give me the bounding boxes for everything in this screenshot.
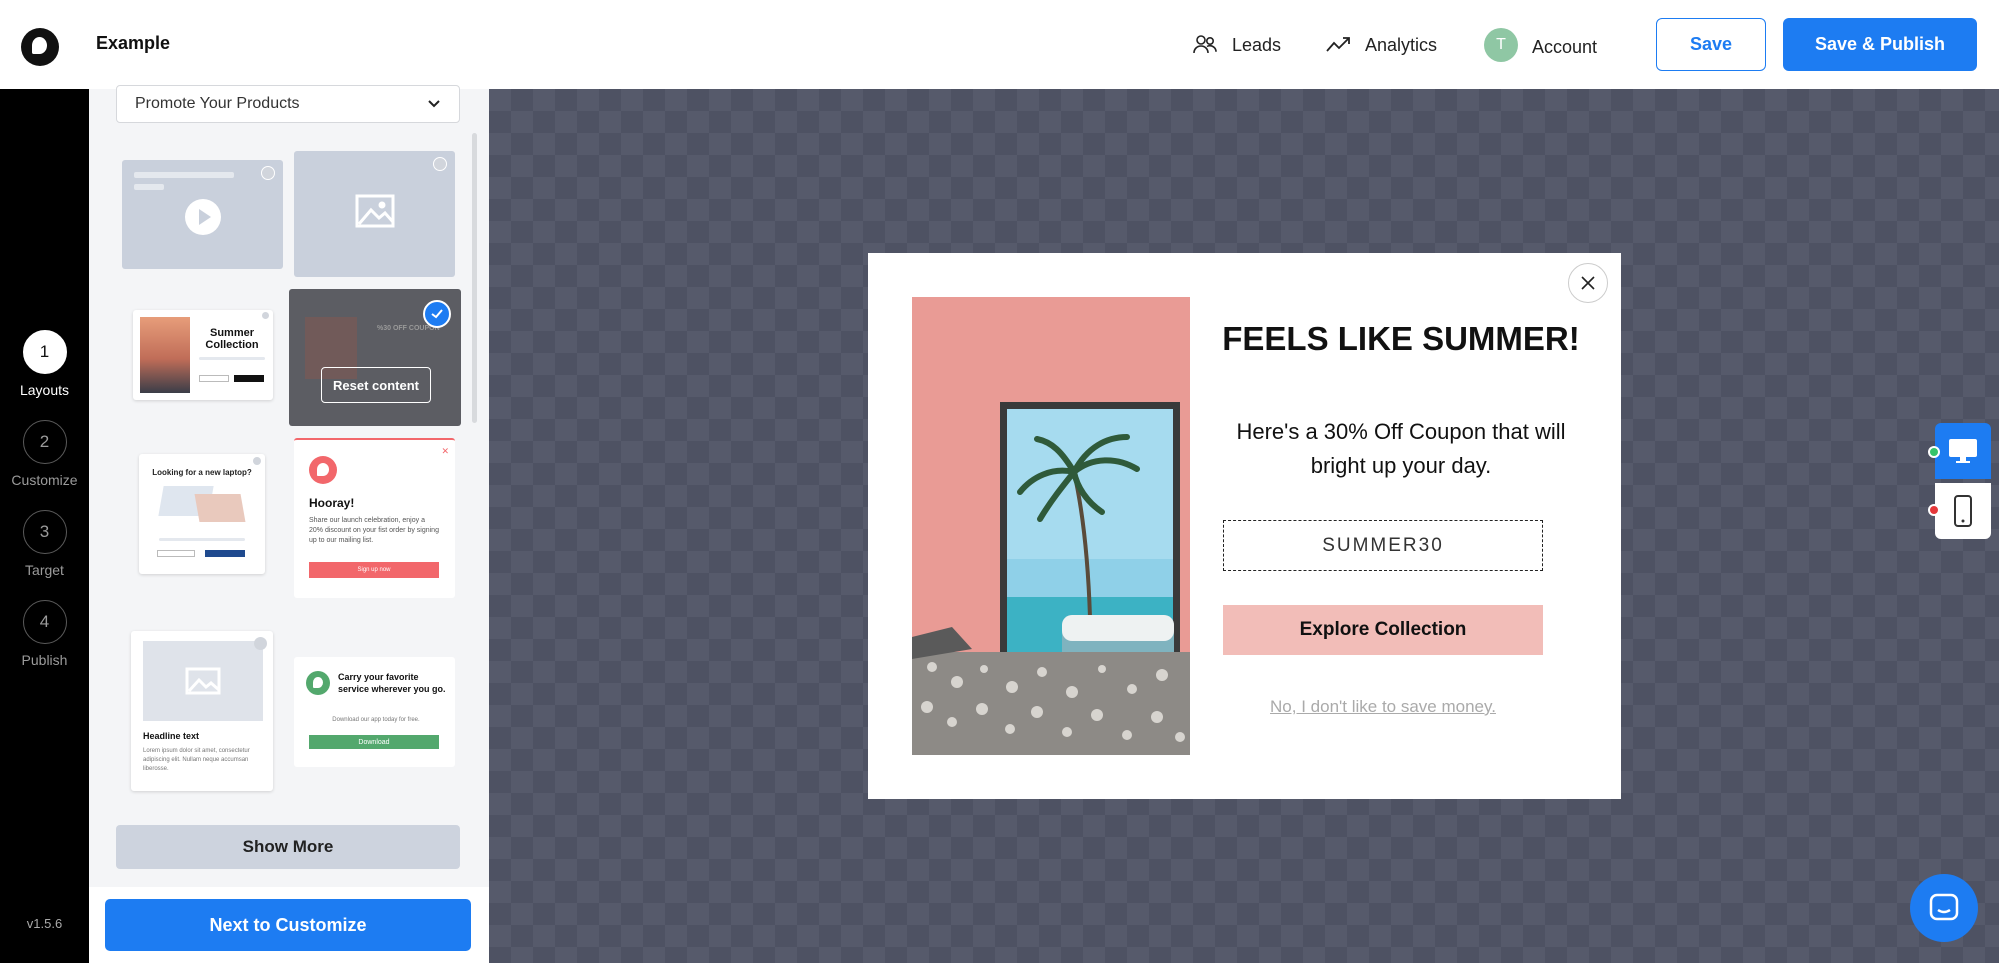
nav-account-label: Account [1532, 36, 1598, 57]
step-customize[interactable]: 2 Customize [0, 420, 89, 488]
template-carry-button: Download [309, 735, 439, 749]
play-icon [185, 199, 221, 235]
brand-icon [309, 456, 337, 484]
popup-headline[interactable]: FEELS LIKE SUMMER! [1221, 319, 1581, 359]
template-hooray-title: Hooray! [309, 496, 355, 510]
coupon-code[interactable]: SUMMER30 [1223, 520, 1543, 571]
nav-leads[interactable]: Leads [1192, 32, 1281, 58]
layouts-panel: Promote Your Products Summer Collection … [89, 85, 489, 963]
step-number: 4 [22, 600, 67, 644]
steps-rail: 1 Layouts 2 Customize 3 Target 4 Publish… [0, 89, 89, 963]
template-close-icon [433, 157, 447, 171]
step-number: 2 [22, 420, 67, 464]
next-to-customize-button[interactable]: Next to Customize [105, 899, 471, 951]
image-placeholder-icon [143, 641, 263, 721]
desktop-status-dot [1928, 446, 1940, 458]
nav-account[interactable]: T Account [1484, 28, 1597, 62]
category-select-value: Promote Your Products [135, 95, 300, 112]
close-icon: ✕ [441, 446, 449, 456]
category-select[interactable]: Promote Your Products [116, 85, 460, 123]
template-video[interactable] [122, 160, 283, 269]
template-laptop[interactable]: Looking for a new laptop? [139, 454, 265, 574]
nav-analytics[interactable]: Analytics [1325, 32, 1437, 58]
close-icon [1581, 276, 1595, 290]
step-label: Target [25, 562, 64, 578]
save-button[interactable]: Save [1656, 18, 1766, 71]
template-summer-title: Summer Collection [205, 327, 259, 351]
show-more-button[interactable]: Show More [116, 825, 460, 869]
decline-link[interactable]: No, I don't like to save money. [1223, 697, 1543, 717]
template-close-icon [261, 166, 275, 180]
users-icon [1193, 35, 1217, 54]
step-label: Publish [21, 652, 68, 668]
popup-preview[interactable]: FEELS LIKE SUMMER! Here's a 30% Off Coup… [868, 253, 1621, 799]
step-publish[interactable]: 4 Publish [0, 600, 89, 668]
step-target[interactable]: 3 Target [0, 510, 89, 578]
desktop-icon [1949, 439, 1977, 463]
panel-scrollbar[interactable] [472, 133, 477, 423]
mobile-status-dot [1928, 504, 1940, 516]
popup-close-button[interactable] [1568, 263, 1608, 303]
template-laptop-title: Looking for a new laptop? [152, 468, 252, 477]
step-label: Layouts [19, 382, 70, 398]
chat-button[interactable] [1910, 874, 1978, 942]
template-headline[interactable]: Headline text Lorem ipsum dolor sit amet… [131, 631, 273, 791]
trend-up-icon [1326, 37, 1350, 52]
template-hooray-button: Sign up now [309, 562, 439, 578]
template-app-download[interactable]: Carry your favorite service wherever you… [294, 657, 455, 767]
template-headline-body: Lorem ipsum dolor sit amet, consectetur … [143, 748, 250, 772]
template-hooray[interactable]: Hooray! Share our launch celebration, en… [294, 438, 455, 598]
version-label: v1.5.6 [26, 916, 63, 931]
logo-icon[interactable] [21, 28, 59, 66]
step-number: 3 [22, 510, 67, 554]
mobile-view-button[interactable] [1935, 483, 1991, 539]
step-layouts[interactable]: 1 Layouts [0, 330, 89, 398]
chat-icon [1929, 893, 1959, 921]
top-bar: Example Leads Analytics T Account Save S… [0, 0, 1999, 89]
template-photo [140, 317, 190, 393]
image-icon [355, 194, 395, 228]
step-label: Customize [11, 472, 78, 488]
popup-subline[interactable]: Here's a 30% Off Coupon that will bright… [1221, 415, 1581, 483]
template-summer[interactable]: Summer Collection [133, 310, 273, 400]
desktop-view-button[interactable] [1935, 423, 1991, 479]
popup-photo [912, 297, 1190, 755]
mobile-icon [1954, 495, 1972, 527]
template-carry-body: Download our app today for free. [332, 717, 420, 723]
template-image[interactable] [294, 151, 455, 277]
checkmark-icon [423, 300, 451, 328]
brand-icon [306, 671, 330, 695]
template-headline-title: Headline text [143, 731, 200, 741]
avatar: T [1484, 28, 1518, 62]
nav-leads-label: Leads [1232, 34, 1282, 55]
step-number: 1 [22, 330, 67, 374]
save-publish-button[interactable]: Save & Publish [1783, 18, 1977, 71]
template-carry-title: Carry your favorite service wherever you… [338, 672, 446, 694]
nav-analytics-label: Analytics [1365, 34, 1438, 55]
app-title: Example [96, 33, 171, 53]
template-coupon-selected[interactable]: %30 OFF COUPON Reset content [289, 289, 461, 426]
chevron-down-icon [428, 100, 440, 108]
template-hooray-body: Share our launch celebration, enjoy a 20… [309, 517, 439, 544]
explore-collection-button[interactable]: Explore Collection [1223, 605, 1543, 655]
reset-content-button[interactable]: Reset content [321, 367, 431, 403]
